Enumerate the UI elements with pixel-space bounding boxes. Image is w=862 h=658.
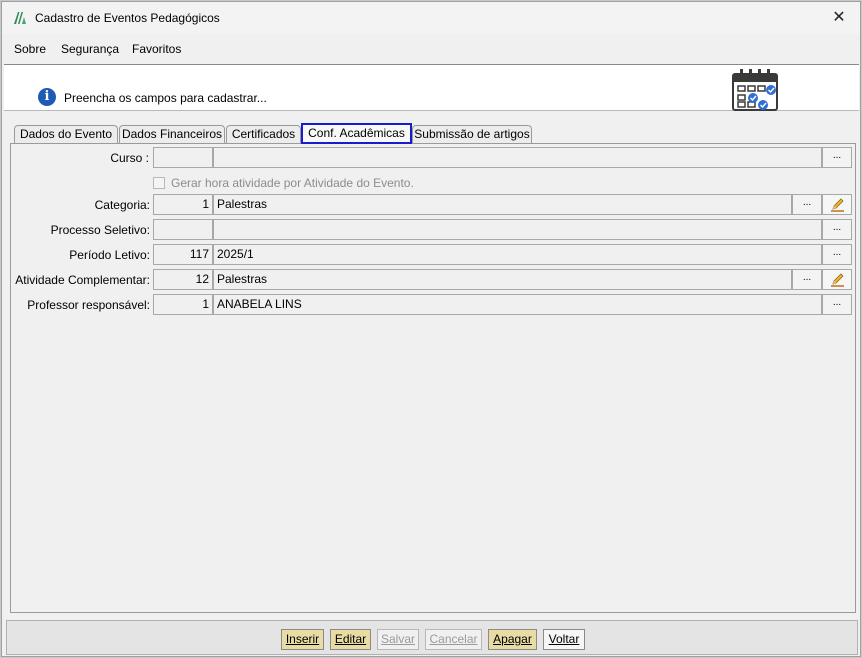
gerar-hora-label: Gerar hora atividade por Atividade do Ev… [171,176,414,190]
processo-seletivo-label: Processo Seletivo: [50,223,150,237]
salvar-button[interactable]: Salvar [377,629,419,650]
professor-responsavel-name-field[interactable]: ANABELA LINS [213,294,822,315]
atividade-complementar-code-field[interactable]: 12 [153,269,213,290]
tab-dados-financeiros[interactable]: Dados Financeiros [119,125,225,144]
atividade-complementar-edit-button[interactable] [822,269,852,290]
curso-code-field[interactable] [153,147,213,168]
cancelar-button[interactable]: Cancelar [425,629,482,650]
tab-strip: Dados do Evento Dados Financeiros Certif… [2,120,860,144]
categoria-label: Categoria: [94,198,150,212]
processo-seletivo-code-field[interactable] [153,219,213,240]
atividade-complementar-name-field[interactable]: Palestras [213,269,792,290]
info-message: Preencha os campos para cadastrar... [64,91,267,105]
app-logo-icon [14,12,26,24]
categoria-edit-button[interactable] [822,194,852,215]
inserir-button[interactable]: Inserir [281,629,324,650]
tab-certificados[interactable]: Certificados [226,125,301,144]
menu-seguranca[interactable]: Segurança [61,42,119,56]
periodo-letivo-name-field[interactable]: 2025/1 [213,244,822,265]
periodo-letivo-lookup-button[interactable]: ... [822,244,852,265]
processo-seletivo-name-field[interactable] [213,219,822,240]
action-bar: Inserir Editar Salvar Cancelar Apagar Vo… [6,620,858,655]
periodo-letivo-label: Período Letivo: [69,248,150,262]
categoria-lookup-button[interactable]: ... [792,194,822,215]
categoria-name-field[interactable]: Palestras [213,194,792,215]
periodo-letivo-code-field[interactable]: 117 [153,244,213,265]
close-button[interactable]: ✕ [818,2,860,34]
tab-submissao-de-artigos[interactable]: Submissão de artigos [412,125,532,144]
categoria-code-field[interactable]: 1 [153,194,213,215]
professor-responsavel-label: Professor responsável: [27,298,150,312]
apagar-button[interactable]: Apagar [488,629,537,650]
tab-panel-conf-academicas: Curso : ... Gerar hora atividade por Ati… [10,143,856,613]
menu-favoritos[interactable]: Favoritos [132,42,181,56]
window-title: Cadastro de Eventos Pedagógicos [35,11,220,25]
tab-conf-academicas[interactable]: Conf. Acadêmicas [301,123,412,144]
menu-sobre[interactable]: Sobre [14,42,46,56]
curso-label: Curso : [110,151,149,165]
processo-seletivo-lookup-button[interactable]: ... [822,219,852,240]
professor-responsavel-code-field[interactable]: 1 [153,294,213,315]
menu-bar: Sobre Segurança Favoritos [2,35,860,62]
title-bar: Cadastro de Eventos Pedagógicos ✕ [2,2,860,34]
editar-button[interactable]: Editar [330,629,371,650]
info-icon: i [38,88,56,106]
curso-lookup-button[interactable]: ... [822,147,852,168]
gerar-hora-checkbox[interactable] [153,177,165,189]
tab-dados-do-evento[interactable]: Dados do Evento [14,125,118,144]
voltar-button[interactable]: Voltar [543,629,585,650]
main-window: Cadastro de Eventos Pedagógicos ✕ Sobre … [1,1,861,657]
curso-name-field[interactable] [213,147,822,168]
calendar-icon [732,69,778,111]
pencil-icon [831,273,844,287]
pencil-icon [831,198,844,212]
atividade-complementar-lookup-button[interactable]: ... [792,269,822,290]
atividade-complementar-label: Atividade Complementar: [15,273,150,287]
professor-responsavel-lookup-button[interactable]: ... [822,294,852,315]
